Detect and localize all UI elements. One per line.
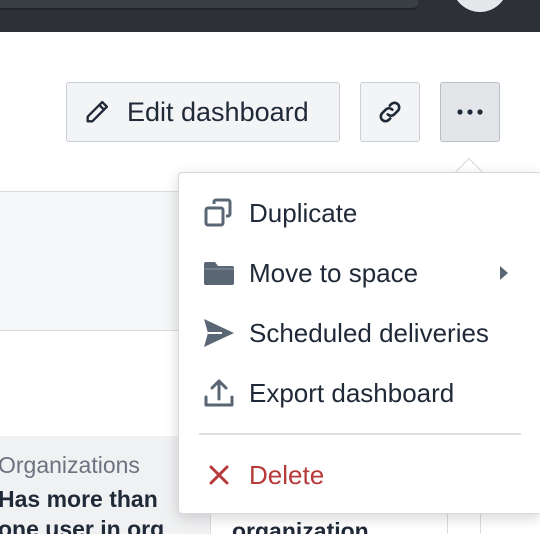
x-icon: [201, 457, 237, 493]
menu-item-export-dashboard[interactable]: Export dashboard: [179, 365, 540, 421]
menu-item-label: Delete: [249, 459, 325, 490]
edit-dashboard-button[interactable]: Edit dashboard: [66, 82, 340, 142]
user-avatar[interactable]: [452, 0, 508, 12]
menu-item-label: Export dashboard: [249, 377, 455, 408]
upload-icon: [201, 375, 237, 411]
folder-icon: [201, 255, 237, 291]
search-bar[interactable]: [0, 0, 418, 10]
link-icon: [376, 98, 404, 126]
menu-item-move-to-space[interactable]: Move to space: [179, 245, 540, 301]
menu-item-delete[interactable]: Delete: [179, 447, 540, 503]
top-navigation-bar: [0, 0, 540, 32]
pencil-icon: [83, 98, 111, 126]
send-icon: [201, 315, 237, 351]
table-column-header: Organizations: [0, 452, 140, 478]
menu-item-scheduled-deliveries[interactable]: Scheduled deliveries: [179, 305, 540, 361]
copy-icon: [201, 195, 237, 231]
menu-item-label: Scheduled deliveries: [249, 317, 489, 348]
table-cell-text: Has more than: [0, 486, 158, 512]
copy-link-button[interactable]: [360, 82, 420, 142]
menu-divider: [199, 433, 521, 435]
menu-item-duplicate[interactable]: Duplicate: [179, 185, 540, 241]
table-cell-text: one user in org: [0, 516, 165, 534]
ellipsis-icon: [456, 108, 484, 116]
table-cell-text: organization: [232, 518, 369, 534]
more-options-button[interactable]: [440, 82, 500, 142]
caret-right-icon: [497, 263, 511, 283]
more-options-menu: Duplicate Move to space Scheduled delive…: [178, 172, 540, 514]
edit-dashboard-label: Edit dashboard: [127, 96, 309, 127]
menu-item-label: Duplicate: [249, 197, 358, 228]
dashboard-tile: [0, 191, 200, 331]
menu-item-label: Move to space: [249, 257, 419, 288]
